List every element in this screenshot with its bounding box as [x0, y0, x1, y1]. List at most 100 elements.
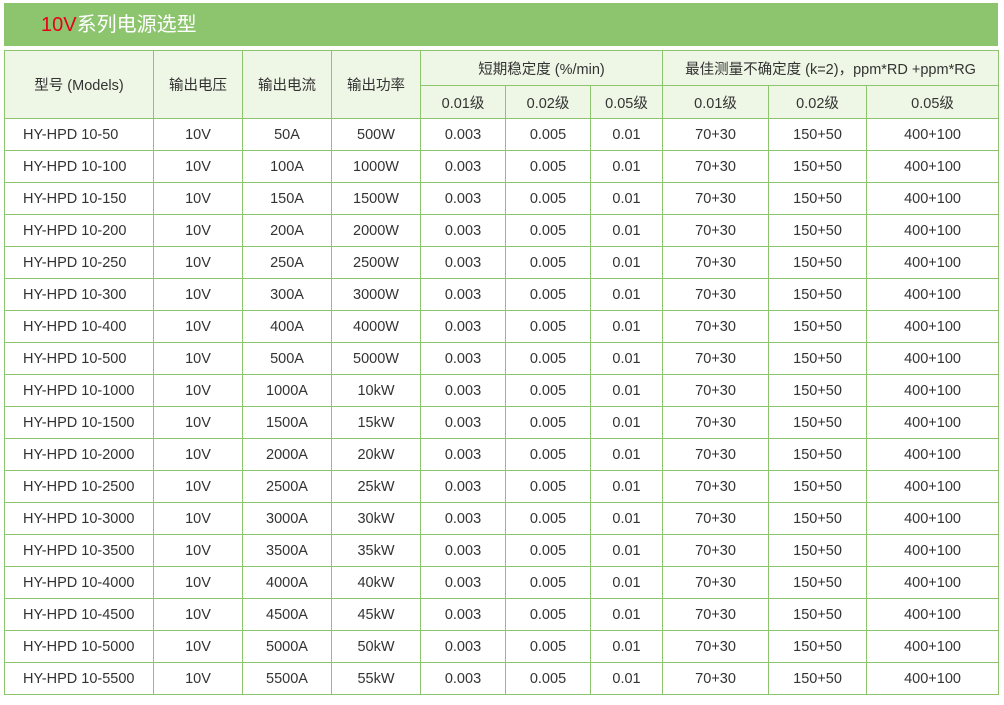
header-model: 型号 (Models): [4, 50, 154, 119]
header-current: 输出电流: [242, 50, 332, 119]
cell-stability-001: 0.003: [420, 310, 506, 343]
cell-uncertainty-005: 400+100: [866, 662, 1000, 695]
cell-power: 1500W: [331, 182, 421, 215]
cell-model: HY-HPD 10-2500: [4, 470, 154, 503]
cell-voltage: 10V: [153, 438, 243, 471]
cell-power: 35kW: [331, 534, 421, 567]
cell-uncertainty-005: 400+100: [866, 406, 1000, 439]
cell-uncertainty-002: 150+50: [768, 630, 868, 663]
cell-current: 1000A: [242, 374, 332, 407]
cell-model: HY-HPD 10-5500: [4, 662, 154, 695]
cell-uncertainty-002: 150+50: [768, 374, 868, 407]
cell-stability-002: 0.005: [505, 182, 591, 215]
table-row: HY-HPD 10-2500 10V 2500A 25kW 0.003 0.005 0.01…: [4, 470, 1000, 503]
cell-current: 5500A: [242, 662, 332, 695]
cell-model: HY-HPD 10-3500: [4, 534, 154, 567]
cell-stability-001: 0.003: [420, 534, 506, 567]
cell-stability-002: 0.005: [505, 534, 591, 567]
cell-uncertainty-005: 400+100: [866, 598, 1000, 631]
subheader-stability-005: 0.05级: [589, 85, 664, 119]
cell-stability-002: 0.005: [505, 470, 591, 503]
cell-power: 45kW: [331, 598, 421, 631]
cell-current: 2000A: [242, 438, 332, 471]
cell-voltage: 10V: [153, 310, 243, 343]
cell-stability-005: 0.01: [589, 374, 664, 407]
cell-power: 20kW: [331, 438, 421, 471]
cell-voltage: 10V: [153, 630, 243, 663]
table-row: HY-HPD 10-300 10V 300A 3000W 0.003 0.005 0.01 7…: [4, 278, 1000, 311]
cell-stability-005: 0.01: [589, 118, 664, 151]
table-row: HY-HPD 10-400 10V 400A 4000W 0.003 0.005 0.01 7…: [4, 310, 1000, 343]
cell-voltage: 10V: [153, 598, 243, 631]
title-text: 系列电源选型: [76, 14, 197, 36]
cell-uncertainty-001: 70+30: [662, 214, 770, 247]
table-row: HY-HPD 10-2000 10V 2000A 20kW 0.003 0.005 0.01…: [4, 438, 1000, 471]
cell-stability-005: 0.01: [589, 150, 664, 183]
cell-power: 500W: [331, 118, 421, 151]
cell-current: 3500A: [242, 534, 332, 567]
table-row: HY-HPD 10-150 10V 150A 1500W 0.003 0.005 0.01 7…: [4, 182, 1000, 215]
cell-stability-001: 0.003: [420, 150, 506, 183]
cell-uncertainty-005: 400+100: [866, 630, 1000, 663]
cell-current: 150A: [242, 182, 332, 215]
cell-power: 25kW: [331, 470, 421, 503]
cell-uncertainty-002: 150+50: [768, 118, 868, 151]
cell-power: 50kW: [331, 630, 421, 663]
cell-uncertainty-001: 70+30: [662, 438, 770, 471]
cell-stability-005: 0.01: [589, 246, 664, 279]
cell-power: 3000W: [331, 278, 421, 311]
cell-uncertainty-002: 150+50: [768, 278, 868, 311]
cell-stability-001: 0.003: [420, 246, 506, 279]
cell-model: HY-HPD 10-500: [4, 342, 154, 375]
cell-current: 5000A: [242, 630, 332, 663]
cell-voltage: 10V: [153, 342, 243, 375]
cell-stability-001: 0.003: [420, 598, 506, 631]
cell-voltage: 10V: [153, 214, 243, 247]
table-row: HY-HPD 10-500 10V 500A 5000W 0.003 0.005 0.01 7…: [4, 342, 1000, 375]
cell-uncertainty-001: 70+30: [662, 630, 770, 663]
cell-voltage: 10V: [153, 374, 243, 407]
table-row: HY-HPD 10-3000 10V 3000A 30kW 0.003 0.005 0.01…: [4, 502, 1000, 535]
cell-stability-001: 0.003: [420, 566, 506, 599]
cell-current: 250A: [242, 246, 332, 279]
cell-current: 2500A: [242, 470, 332, 503]
table-row: HY-HPD 10-200 10V 200A 2000W 0.003 0.005 0.01 7…: [4, 214, 1000, 247]
page-title: 10V系列电源选型: [41, 13, 197, 37]
cell-model: HY-HPD 10-400: [4, 310, 154, 343]
cell-power: 40kW: [331, 566, 421, 599]
cell-uncertainty-001: 70+30: [662, 502, 770, 535]
cell-stability-001: 0.003: [420, 342, 506, 375]
cell-uncertainty-001: 70+30: [662, 662, 770, 695]
cell-stability-001: 0.003: [420, 630, 506, 663]
cell-uncertainty-001: 70+30: [662, 310, 770, 343]
table-row: HY-HPD 10-4500 10V 4500A 45kW 0.003 0.005 0.01…: [4, 598, 1000, 631]
cell-stability-005: 0.01: [589, 310, 664, 343]
cell-stability-001: 0.003: [420, 406, 506, 439]
cell-uncertainty-005: 400+100: [866, 278, 1000, 311]
cell-power: 30kW: [331, 502, 421, 535]
cell-power: 10kW: [331, 374, 421, 407]
cell-stability-001: 0.003: [420, 374, 506, 407]
cell-uncertainty-001: 70+30: [662, 470, 770, 503]
cell-stability-001: 0.003: [420, 182, 506, 215]
cell-voltage: 10V: [153, 278, 243, 311]
cell-uncertainty-002: 150+50: [768, 182, 868, 215]
cell-model: HY-HPD 10-150: [4, 182, 154, 215]
cell-uncertainty-002: 150+50: [768, 534, 868, 567]
cell-stability-002: 0.005: [505, 118, 591, 151]
cell-uncertainty-002: 150+50: [768, 470, 868, 503]
cell-model: HY-HPD 10-1000: [4, 374, 154, 407]
cell-power: 1000W: [331, 150, 421, 183]
cell-uncertainty-002: 150+50: [768, 566, 868, 599]
cell-stability-005: 0.01: [589, 182, 664, 215]
cell-voltage: 10V: [153, 406, 243, 439]
cell-uncertainty-002: 150+50: [768, 310, 868, 343]
table-row: HY-HPD 10-4000 10V 4000A 40kW 0.003 0.005 0.01…: [4, 566, 1000, 599]
cell-voltage: 10V: [153, 662, 243, 695]
cell-uncertainty-002: 150+50: [768, 214, 868, 247]
table-row: HY-HPD 10-3500 10V 3500A 35kW 0.003 0.005 0.01…: [4, 534, 1000, 567]
cell-stability-002: 0.005: [505, 374, 591, 407]
cell-uncertainty-001: 70+30: [662, 406, 770, 439]
cell-uncertainty-002: 150+50: [768, 246, 868, 279]
cell-stability-002: 0.005: [505, 598, 591, 631]
